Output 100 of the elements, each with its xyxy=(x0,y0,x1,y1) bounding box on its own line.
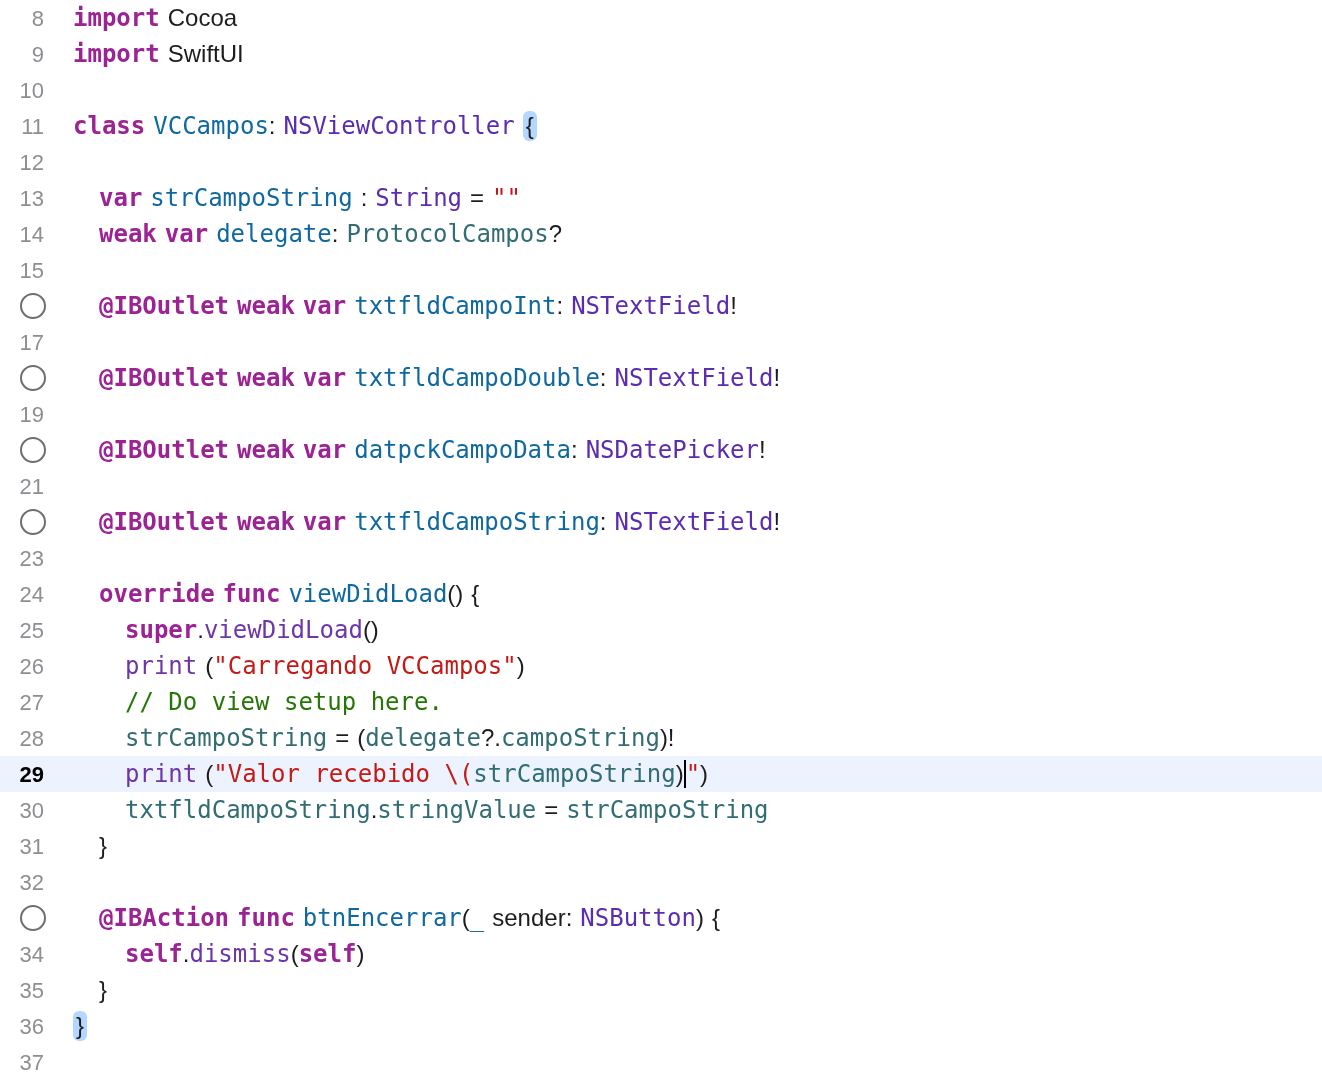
outlet-connection-icon[interactable] xyxy=(20,365,46,391)
code-punctuation: : xyxy=(565,903,573,933)
keyword: var xyxy=(302,291,347,321)
code-punctuation: ! xyxy=(730,291,737,321)
keyword: class xyxy=(73,111,146,141)
declaration-name: viewDidLoad xyxy=(288,579,448,609)
code-punctuation: = xyxy=(470,183,485,213)
keyword: weak xyxy=(99,219,157,249)
declaration-name: delegate xyxy=(216,219,332,249)
code-punctuation: : xyxy=(599,507,607,537)
line-number: 34 xyxy=(19,940,44,969)
line-number: 15 xyxy=(19,256,44,285)
keyword: weak xyxy=(237,363,295,393)
method-name: print xyxy=(125,759,198,789)
keyword: weak xyxy=(237,291,295,321)
line-number: 30 xyxy=(19,796,44,825)
code-punctuation: )! xyxy=(659,723,675,753)
method-name: print xyxy=(125,651,198,681)
code-punctuation: ) xyxy=(516,651,525,681)
line-number: 14 xyxy=(19,220,44,249)
keyword: @IBOutlet xyxy=(99,291,230,321)
outlet-connection-icon[interactable] xyxy=(20,437,46,463)
identifier: delegate xyxy=(365,723,481,753)
type-name: NSTextField xyxy=(614,363,774,393)
line-number: 21 xyxy=(19,472,44,501)
string-literal: "Valor recebido \( xyxy=(213,759,474,789)
identifier: strCampoString xyxy=(473,759,676,789)
method-name: viewDidLoad xyxy=(203,615,363,645)
code-punctuation: : xyxy=(570,435,578,465)
code-punctuation: ) xyxy=(700,759,709,789)
line-number: 35 xyxy=(19,976,44,1005)
code-punctuation: ( xyxy=(205,651,214,681)
type-name: NSViewController xyxy=(283,111,515,141)
keyword: @IBAction xyxy=(99,903,230,933)
code-punctuation: { xyxy=(471,579,480,609)
line-number: 32 xyxy=(19,868,44,897)
line-number: 26 xyxy=(19,652,44,681)
code-comment: // Do view setup here. xyxy=(125,687,443,717)
line-number: 24 xyxy=(19,580,44,609)
keyword: var xyxy=(302,435,347,465)
identifier: stringValue xyxy=(377,795,537,825)
keyword: var xyxy=(164,219,209,249)
code-punctuation: ( xyxy=(290,939,299,969)
identifier: txtfldCampoString xyxy=(125,795,371,825)
keyword: @IBOutlet xyxy=(99,363,230,393)
line-number: 13 xyxy=(19,184,44,213)
keyword: func xyxy=(237,903,295,933)
keyword: @IBOutlet xyxy=(99,435,230,465)
line-number: 31 xyxy=(19,832,44,861)
keyword: self xyxy=(125,939,183,969)
code-punctuation: . xyxy=(370,795,378,825)
code-punctuation: : xyxy=(360,183,368,213)
outlet-connection-icon[interactable] xyxy=(20,293,46,319)
code-punctuation: ? xyxy=(548,219,563,249)
declaration-name: txtfldCampoInt xyxy=(354,291,557,321)
line-number: 29 xyxy=(19,760,44,789)
code-punctuation: } xyxy=(99,975,107,1005)
code-punctuation: . xyxy=(197,615,204,645)
code-punctuation: { xyxy=(711,903,720,933)
code-punctuation: ( xyxy=(205,759,214,789)
line-number: 36 xyxy=(19,1012,44,1041)
identifier: strCampoString xyxy=(566,795,769,825)
code-punctuation: : xyxy=(599,363,607,393)
line-number: 9 xyxy=(31,40,44,69)
line-number: 37 xyxy=(19,1048,44,1077)
matched-brace: } xyxy=(73,1011,87,1041)
outlet-connection-icon[interactable] xyxy=(20,905,46,931)
line-number: 27 xyxy=(19,688,44,717)
string-literal: "" xyxy=(492,183,521,213)
keyword: weak xyxy=(237,435,295,465)
code-punctuation: Cocoa xyxy=(167,3,238,33)
line-number: 19 xyxy=(19,400,44,429)
code-punctuation: ( xyxy=(357,723,366,753)
keyword: @IBOutlet xyxy=(99,507,230,537)
code-punctuation: ?. xyxy=(480,723,501,753)
code-punctuation: : xyxy=(268,111,276,141)
identifier: campoString xyxy=(500,723,660,753)
keyword: func xyxy=(222,579,281,609)
code-punctuation: ! xyxy=(773,363,781,393)
type-name: NSButton xyxy=(580,903,696,933)
declaration-name: datpckCampoData xyxy=(354,435,571,465)
code-punctuation: ! xyxy=(759,435,766,465)
declaration-name: btnEncerrar xyxy=(302,903,462,933)
line-number: 12 xyxy=(19,148,44,177)
outlet-connection-icon[interactable] xyxy=(20,509,46,535)
keyword: import xyxy=(73,3,160,33)
code-punctuation: = xyxy=(335,723,350,753)
declaration-name: txtfldCampoDouble xyxy=(354,363,600,393)
type-name: NSDatePicker xyxy=(585,435,759,465)
type-name: NSTextField xyxy=(571,291,731,321)
code-punctuation: ) xyxy=(675,759,684,789)
type-name: NSTextField xyxy=(614,507,774,537)
method-name: dismiss xyxy=(189,939,291,969)
code-punctuation: ! xyxy=(773,507,781,537)
keyword: var xyxy=(302,507,347,537)
code-punctuation: } xyxy=(99,831,107,861)
matched-brace: { xyxy=(522,111,537,141)
identifier: ProtocolCampos xyxy=(346,219,549,249)
code-punctuation: . xyxy=(182,939,190,969)
code-punctuation: ) xyxy=(356,939,365,969)
